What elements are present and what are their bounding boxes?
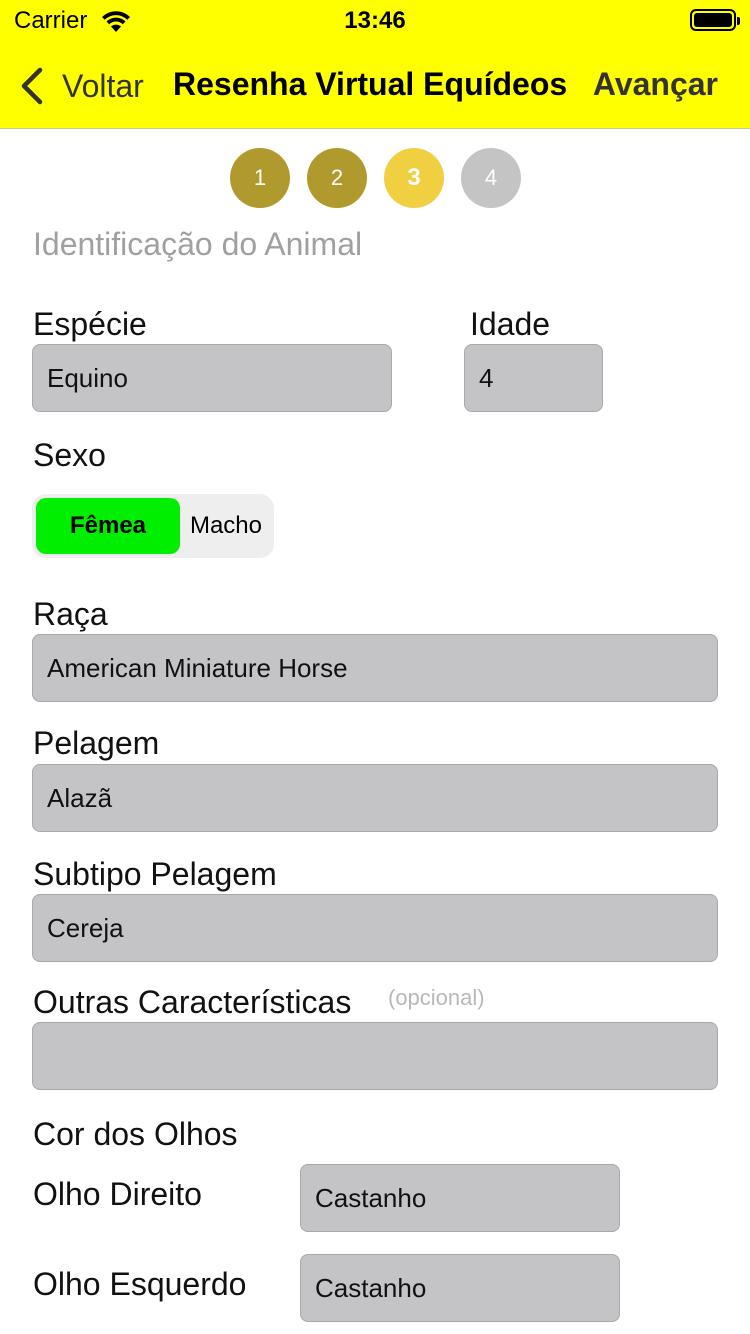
section-title: Identificação do Animal	[33, 226, 363, 262]
pelagem-field[interactable]: Alazã	[32, 764, 718, 832]
segment-femea[interactable]: Fêmea	[36, 498, 180, 554]
especie-field[interactable]: Equino	[32, 344, 392, 412]
segment-macho[interactable]: Macho	[182, 498, 270, 554]
especie-label: Espécie	[33, 306, 147, 342]
raca-label: Raça	[33, 596, 108, 632]
olho-esquerdo-label: Olho Esquerdo	[33, 1266, 247, 1302]
chevron-left-icon	[21, 67, 43, 105]
sexo-segmented-control: Fêmea Macho	[32, 494, 274, 558]
battery-icon	[690, 9, 740, 31]
subtipo-pelagem-field[interactable]: Cereja	[32, 894, 718, 962]
status-bar: Carrier 13:46	[0, 0, 750, 42]
optional-hint: (opcional)	[388, 985, 485, 1010]
olho-direito-label: Olho Direito	[33, 1176, 202, 1212]
idade-field[interactable]: 4	[464, 344, 603, 412]
idade-label: Idade	[470, 306, 551, 342]
clock: 13:46	[344, 7, 406, 34]
olho-direito-field[interactable]: Castanho	[300, 1164, 620, 1232]
step-3[interactable]: 3	[384, 148, 444, 208]
back-button[interactable]: Voltar	[16, 64, 144, 108]
next-button[interactable]: Avançar	[593, 66, 718, 103]
outras-caracteristicas-label: Outras Características	[33, 984, 352, 1020]
page-title: Resenha Virtual Equídeos	[173, 66, 568, 102]
back-label: Voltar	[62, 67, 144, 104]
cor-dos-olhos-title: Cor dos Olhos	[33, 1116, 238, 1152]
step-indicator: 1 2 3 4	[230, 148, 538, 208]
outras-caracteristicas-field[interactable]	[32, 1022, 718, 1090]
step-4[interactable]: 4	[461, 148, 521, 208]
olho-esquerdo-field[interactable]: Castanho	[300, 1254, 620, 1322]
step-2[interactable]: 2	[307, 148, 367, 208]
subtipo-pelagem-label: Subtipo Pelagem	[33, 856, 277, 892]
raca-field[interactable]: American Miniature Horse	[32, 634, 718, 702]
step-1[interactable]: 1	[230, 148, 290, 208]
pelagem-label: Pelagem	[33, 725, 160, 761]
navigation-bar: Carrier 13:46 Voltar Resenha Virtual Equ…	[0, 0, 750, 129]
sexo-label: Sexo	[33, 437, 106, 473]
